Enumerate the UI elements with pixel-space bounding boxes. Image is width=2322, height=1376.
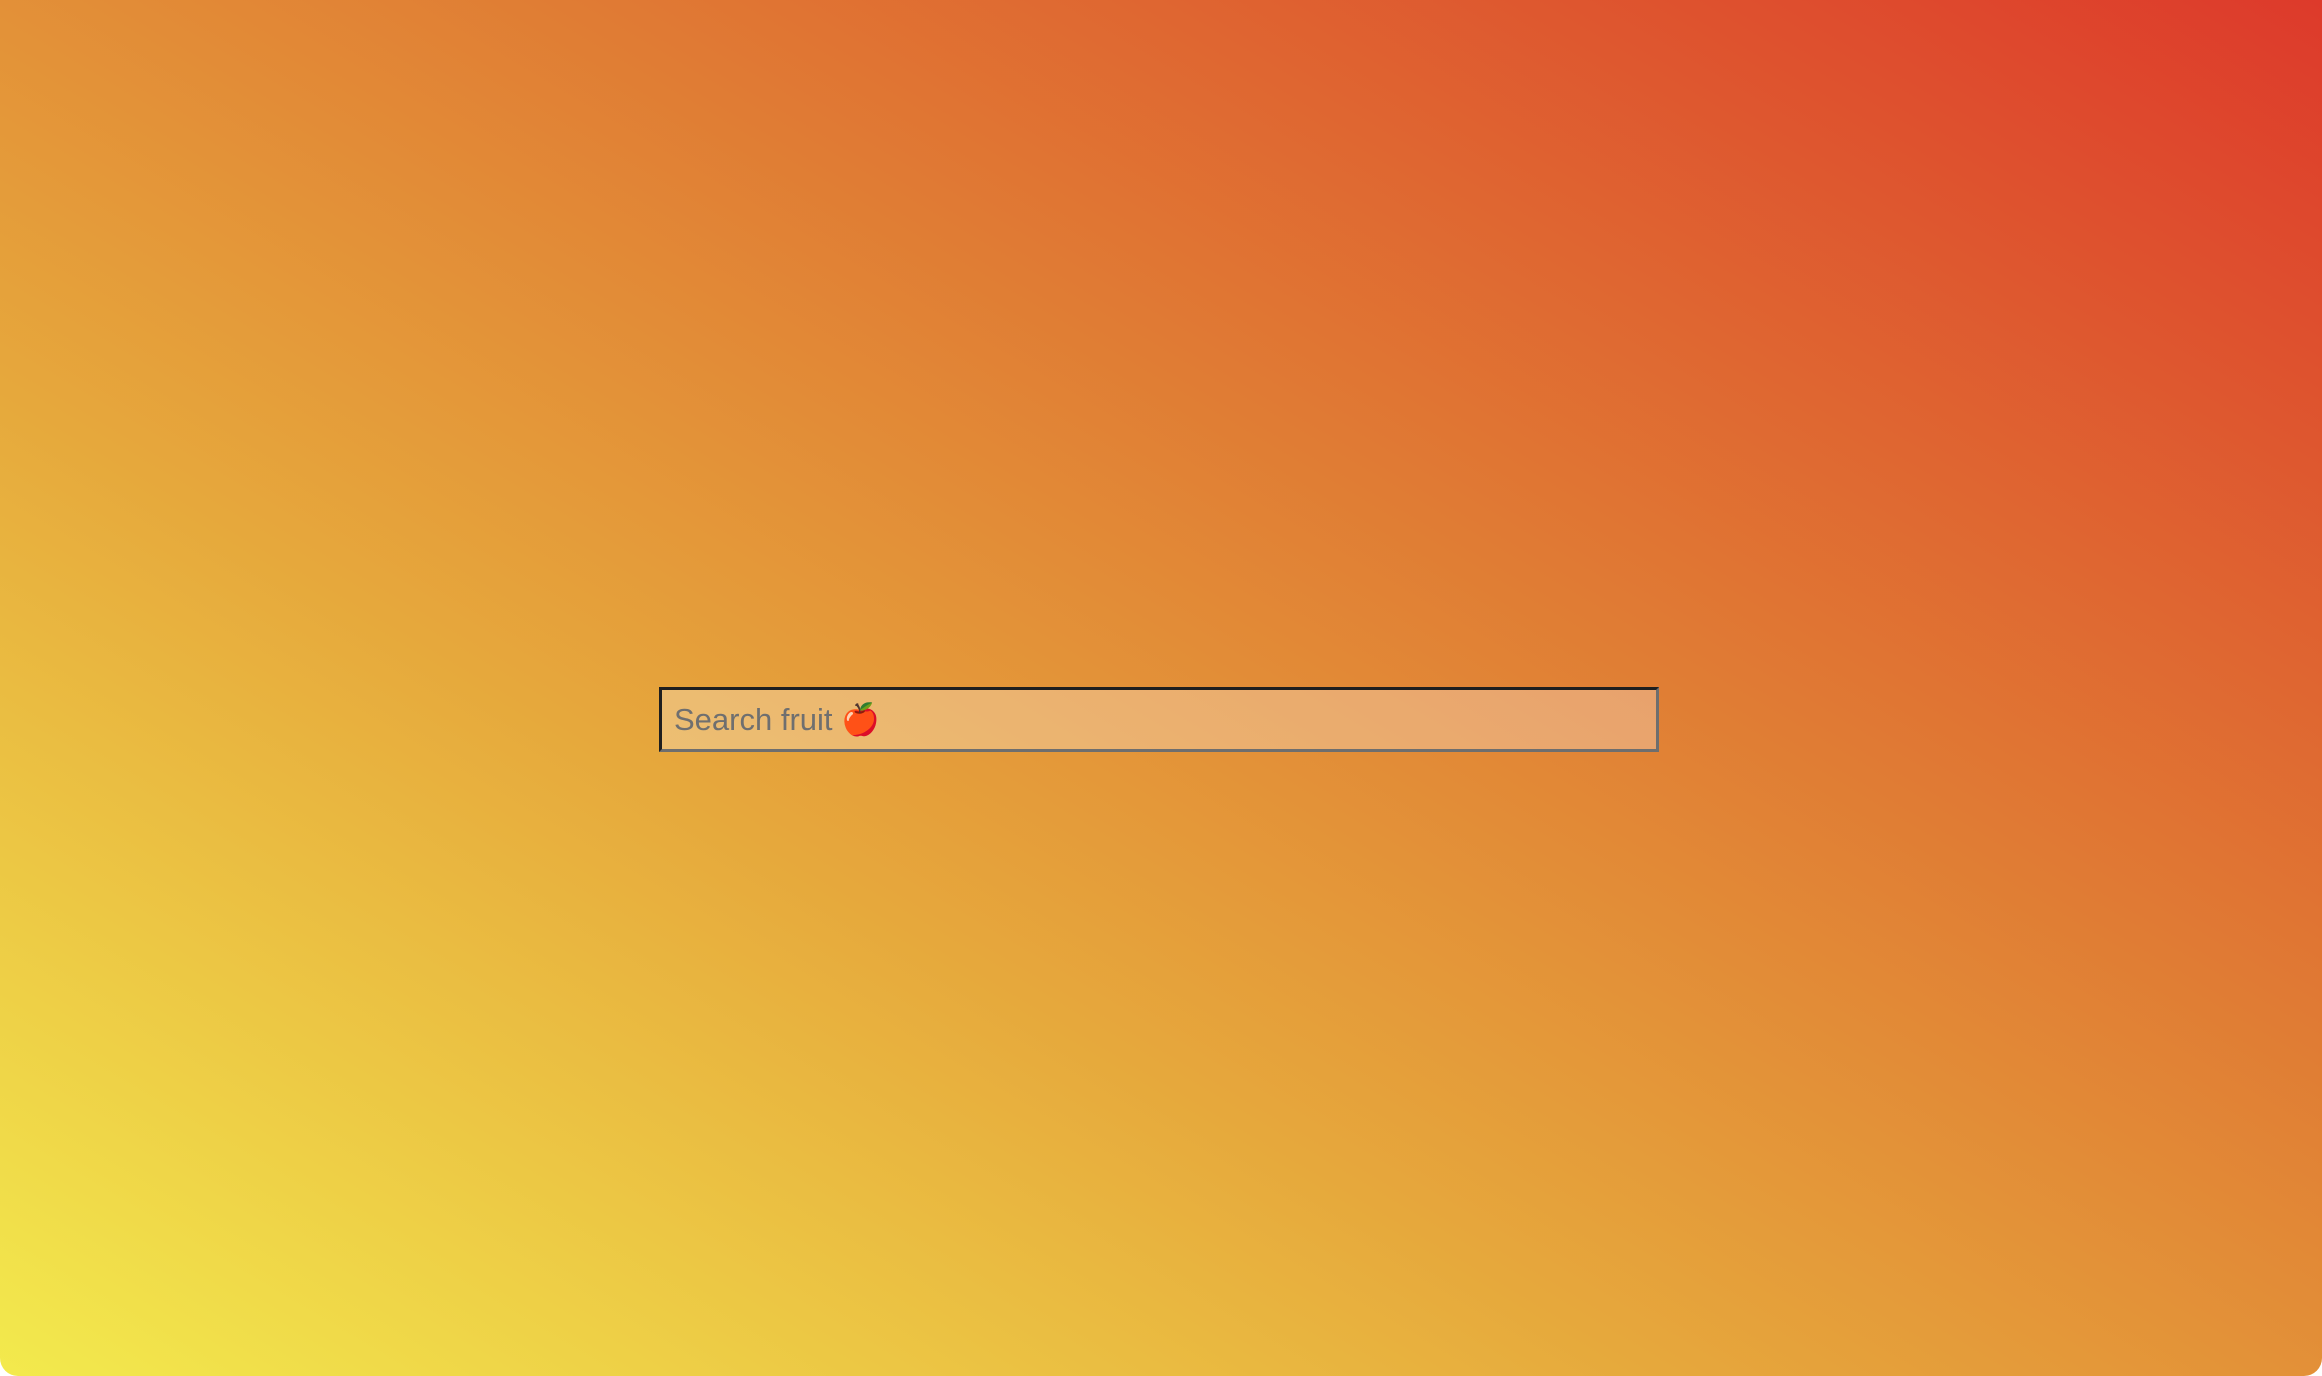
search-container: [659, 687, 1659, 752]
gradient-background: [0, 0, 2322, 1376]
search-input[interactable]: [659, 687, 1659, 752]
